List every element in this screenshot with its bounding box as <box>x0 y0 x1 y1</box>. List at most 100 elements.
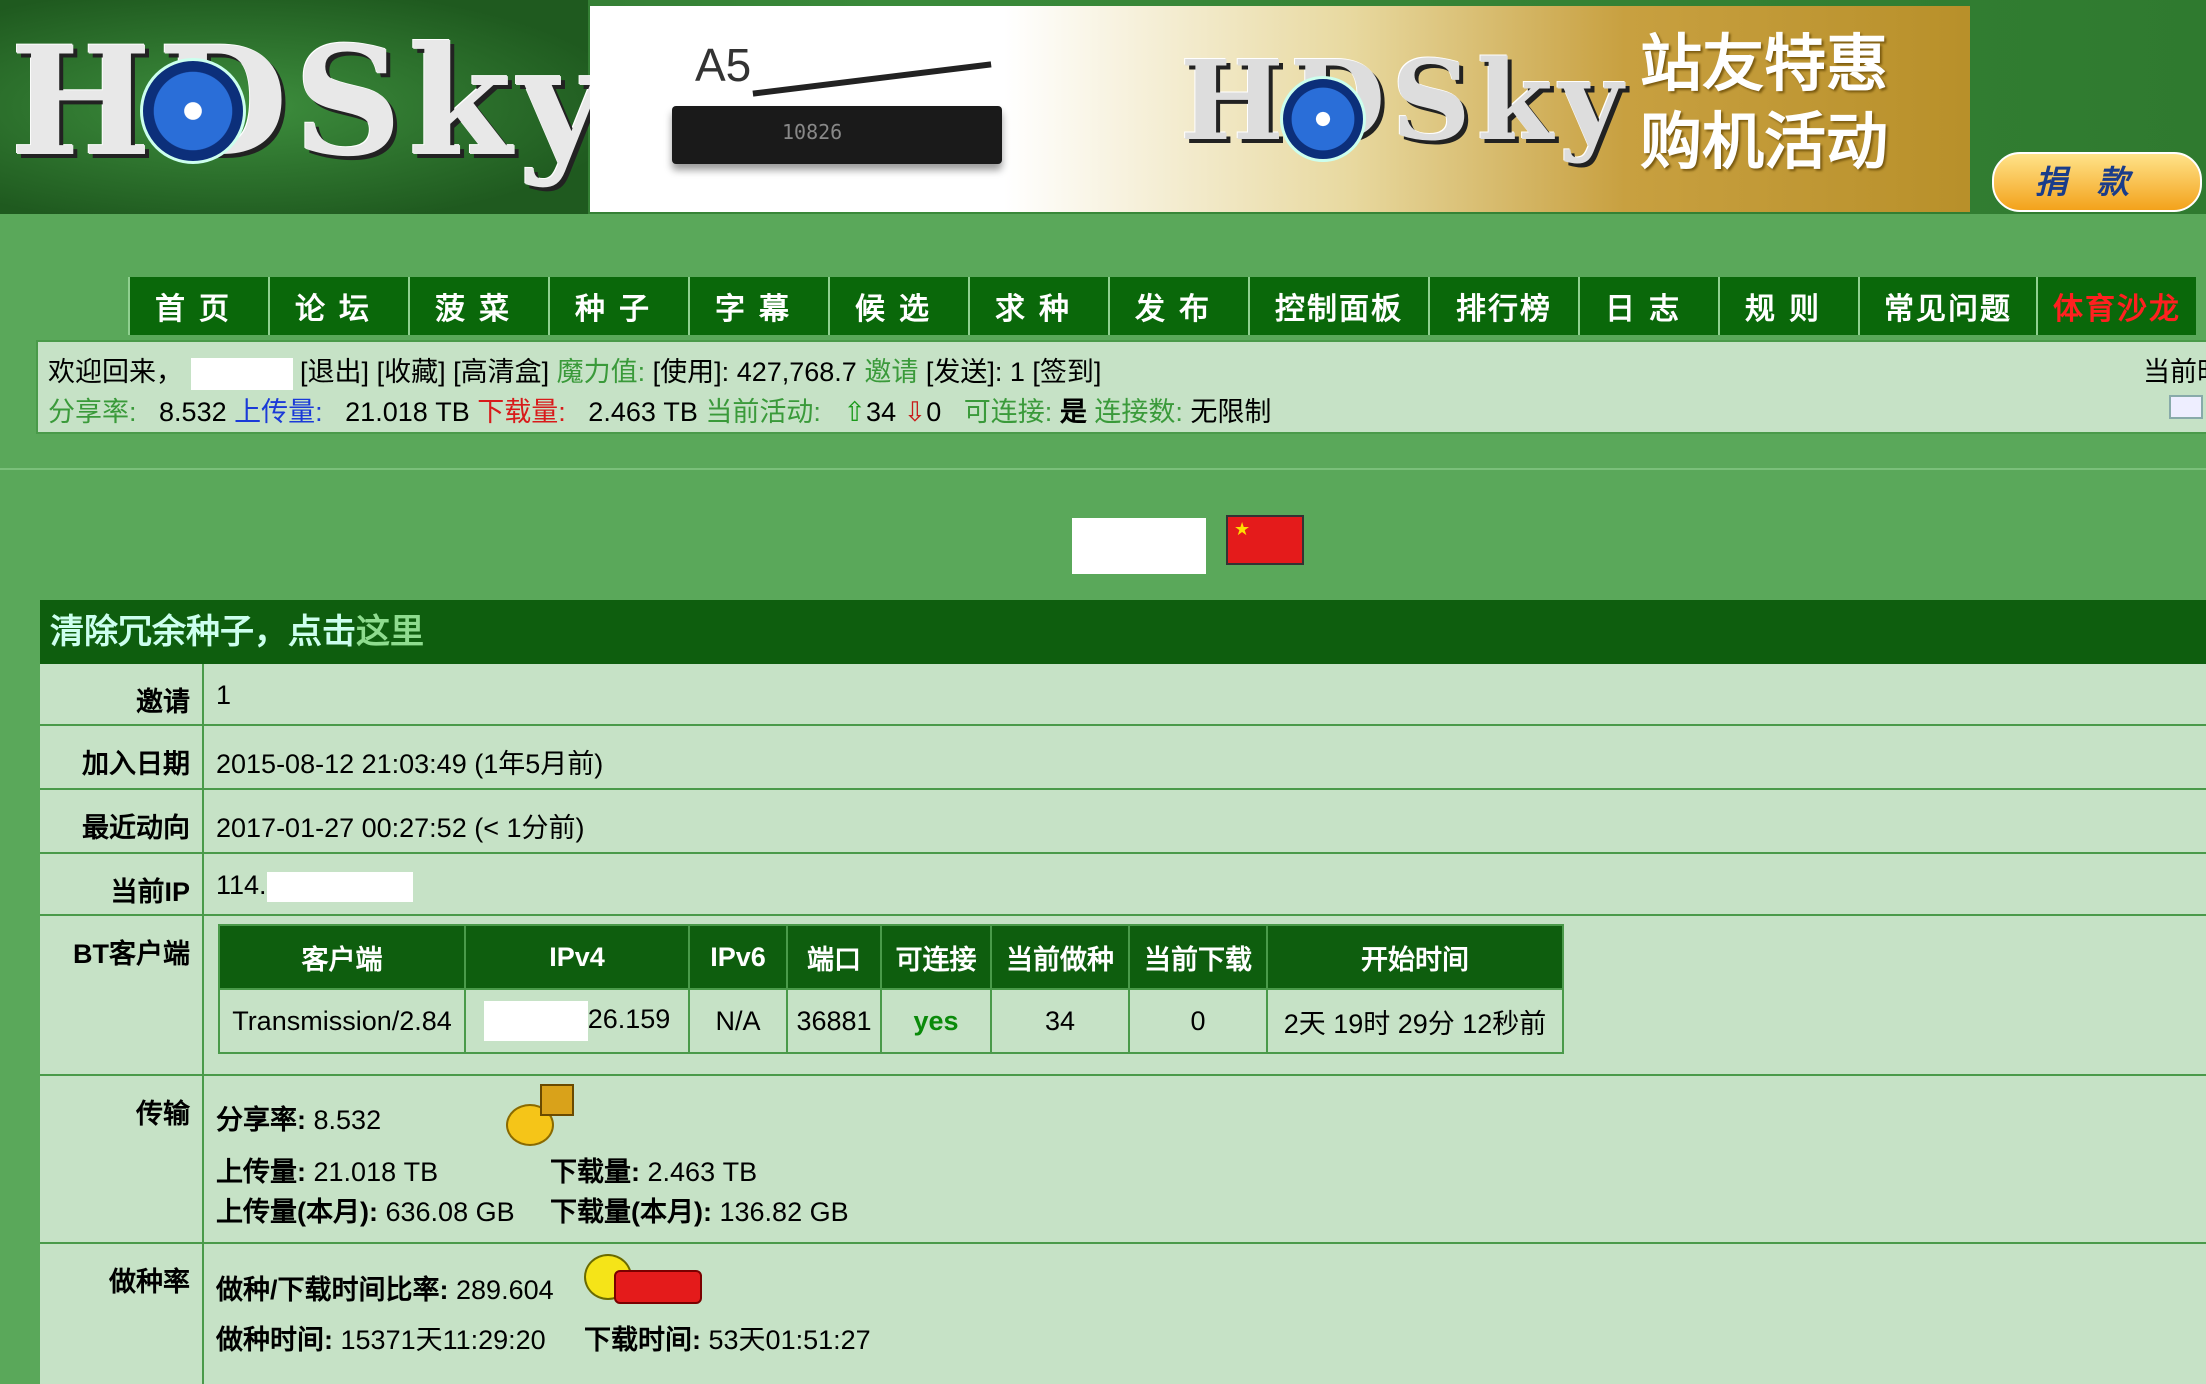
transfer-ratio: 分享率: 8.532 <box>216 1098 381 1137</box>
row-value: 2017-01-27 00:27:52 (< 1分前) <box>216 813 585 843</box>
bonus-use-link[interactable]: [使用]: <box>653 357 730 387</box>
ipv4-redacted <box>483 1001 588 1041</box>
seed-time: 做种时间: 15371天11:29:20 <box>216 1318 546 1357</box>
nav-upload[interactable]: 发布 <box>1108 277 1248 335</box>
transfer-download-month: 下载量(本月): 136.82 GB <box>550 1190 849 1229</box>
site-banner: HDSky A5 10826 HDSky 站友特惠 购机活动 捐款 <box>0 0 2206 214</box>
arrow-up-icon: ⇧ <box>843 397 867 427</box>
nav-home[interactable]: 首页 <box>128 277 268 335</box>
clean-text: 清除冗余种子，点击 <box>50 613 356 651</box>
dl-time: 下载时间: 53天01:51:27 <box>584 1318 871 1357</box>
bt-client-table: 客户端 IPv4 IPv6 端口 可连接 当前做种 当前下载 开始时间 Tran… <box>218 924 1564 1054</box>
nav-faq[interactable]: 常见问题 <box>1858 277 2036 335</box>
dl-time-label: 下载时间: <box>584 1325 701 1355</box>
nav-bocai[interactable]: 菠菜 <box>408 277 548 335</box>
row-invite: 邀请 1 <box>40 664 2206 726</box>
main-nav: 首页 论坛 菠菜 种子 字幕 候选 求种 发布 控制面板 排行榜 日志 规则 常… <box>128 277 2196 335</box>
seed-time-label: 做种时间: <box>216 1325 333 1355</box>
nav-subtitles[interactable]: 字幕 <box>688 277 828 335</box>
ad-logo-text: HDSky <box>1180 36 1629 165</box>
info-line-2: 分享率: 8.532 上传量: 21.018 TB 下载量: 2.463 TB … <box>48 390 1271 429</box>
messages-indicator[interactable]: 0 <box>2168 390 2206 421</box>
promo-ad[interactable]: A5 10826 HDSky 站友特惠 购机活动 <box>590 6 1970 212</box>
bt-client: Transmission/2.84 <box>218 988 466 1054</box>
download-value: 2.463 TB <box>647 1157 758 1187</box>
nav-control-panel[interactable]: 控制面板 <box>1248 277 1428 335</box>
row-value: 114. <box>204 854 2206 914</box>
checkin-link[interactable]: [签到] <box>1032 357 1101 387</box>
invite-send-link[interactable]: [发送]: <box>926 357 1003 387</box>
username-redacted[interactable] <box>190 357 293 390</box>
bt-header-port: 端口 <box>786 924 882 990</box>
ratio-label: 分享率: <box>48 397 137 427</box>
row-last-activity: 最近动向 2017-01-27 00:27:52 (< 1分前) <box>40 790 2206 854</box>
nav-forum[interactable]: 论坛 <box>268 277 408 335</box>
download-value: 2.463 TB <box>588 397 698 427</box>
row-value: 做种/下载时间比率: 289.604 做种时间: 15371天11:29:20 … <box>204 1244 2206 1384</box>
row-value: 1 <box>216 680 232 710</box>
user-avatar-redacted <box>1072 518 1206 574</box>
invite-label: 邀请 <box>864 357 919 387</box>
favorites-link[interactable]: [收藏] <box>377 357 446 387</box>
nav-rules[interactable]: 规则 <box>1718 277 1858 335</box>
bt-ipv6: N/A <box>688 988 788 1054</box>
nav-top10[interactable]: 排行榜 <box>1428 277 1578 335</box>
bt-ipv4: 26.159 <box>464 988 690 1054</box>
active-label: 当前活动: <box>705 397 821 427</box>
hdbox-link[interactable]: [高清盒] <box>453 357 549 387</box>
mail-icon[interactable] <box>2168 394 2203 419</box>
seed-ratio: 做种/下载时间比率: 289.604 <box>216 1268 554 1307</box>
logout-link[interactable]: [退出] <box>300 357 369 387</box>
user-details-table: 邀请 1 加入日期 2015-08-12 21:03:49 (1年5月前) 最近… <box>40 664 2206 1384</box>
info-line-1: 欢迎回来， [退出] [收藏] [高清盒] 魔力值: [使用]: 427,768… <box>48 350 1101 390</box>
bt-header-connectable: 可连接 <box>880 924 992 990</box>
ratio-label: 分享率: <box>216 1105 306 1135</box>
nav-torrents[interactable]: 种子 <box>548 277 688 335</box>
ad-promo-line2: 购机活动 <box>1640 108 1889 177</box>
nav-requests[interactable]: 求种 <box>968 277 1108 335</box>
row-join-date: 加入日期 2015-08-12 21:03:49 (1年5月前) <box>40 726 2206 790</box>
seed-ratio-value: 289.604 <box>456 1275 554 1305</box>
nav-sports-salon[interactable]: 体育沙龙 <box>2036 277 2196 335</box>
ad-model-label: A5 <box>695 39 752 91</box>
connectable-label: 可连接: <box>963 397 1053 427</box>
row-key: 邀请 <box>40 664 204 724</box>
ratio-value: 8.532 <box>313 1105 382 1135</box>
bt-downloading: 0 <box>1128 988 1268 1054</box>
row-key: 当前IP <box>40 854 204 914</box>
upload-month-value: 636.08 GB <box>385 1197 515 1227</box>
bt-connectable: yes <box>880 988 992 1054</box>
upload-value: 21.018 TB <box>313 1157 439 1187</box>
bluray-disc-icon <box>140 58 246 164</box>
bt-seeding: 34 <box>990 988 1130 1054</box>
site-logo[interactable]: HDSky <box>0 0 605 214</box>
ad-promo-text: 站友特惠 购机活动 <box>1640 26 1888 182</box>
arrow-down-icon: ⇩ <box>903 397 927 427</box>
flying-smiley-icon <box>584 1254 702 1310</box>
transfer-upload-month: 上传量(本月): 636.08 GB <box>216 1190 515 1229</box>
row-key: 加入日期 <box>40 726 204 788</box>
download-month-label: 下载量(本月): <box>550 1197 712 1227</box>
active-leeching: 0 <box>926 397 942 427</box>
upload-value: 21.018 TB <box>345 397 470 427</box>
row-seeding: 做种率 做种/下载时间比率: 289.604 做种时间: 15371天11:29… <box>40 1244 2206 1384</box>
ipv4-suffix: 26.159 <box>587 1004 671 1035</box>
upload-label: 上传量: <box>234 397 323 427</box>
donate-button[interactable]: 捐款 <box>1992 152 2202 212</box>
clean-link[interactable]: 这里 <box>356 613 424 651</box>
bonus-label: 魔力值: <box>556 357 646 387</box>
ratio-value: 8.532 <box>159 397 227 427</box>
bt-header-ipv4: IPv4 <box>464 924 690 990</box>
download-label: 下载量: <box>477 397 566 427</box>
active-seeding: 34 <box>866 397 897 427</box>
divider <box>0 468 2206 470</box>
bt-header-ipv6: IPv6 <box>688 924 788 990</box>
nav-candidates[interactable]: 候选 <box>828 277 968 335</box>
bt-start-time: 2天 19时 29分 12秒前 <box>1266 988 1564 1054</box>
upload-label: 上传量: <box>216 1157 306 1187</box>
media-player-image: 10826 <box>672 106 1002 164</box>
row-key: 最近动向 <box>40 790 204 852</box>
upload-month-label: 上传量(本月): <box>216 1197 378 1227</box>
nav-log[interactable]: 日志 <box>1578 277 1718 335</box>
clean-redundant-banner: 清除冗余种子，点击这里 <box>40 600 2206 664</box>
